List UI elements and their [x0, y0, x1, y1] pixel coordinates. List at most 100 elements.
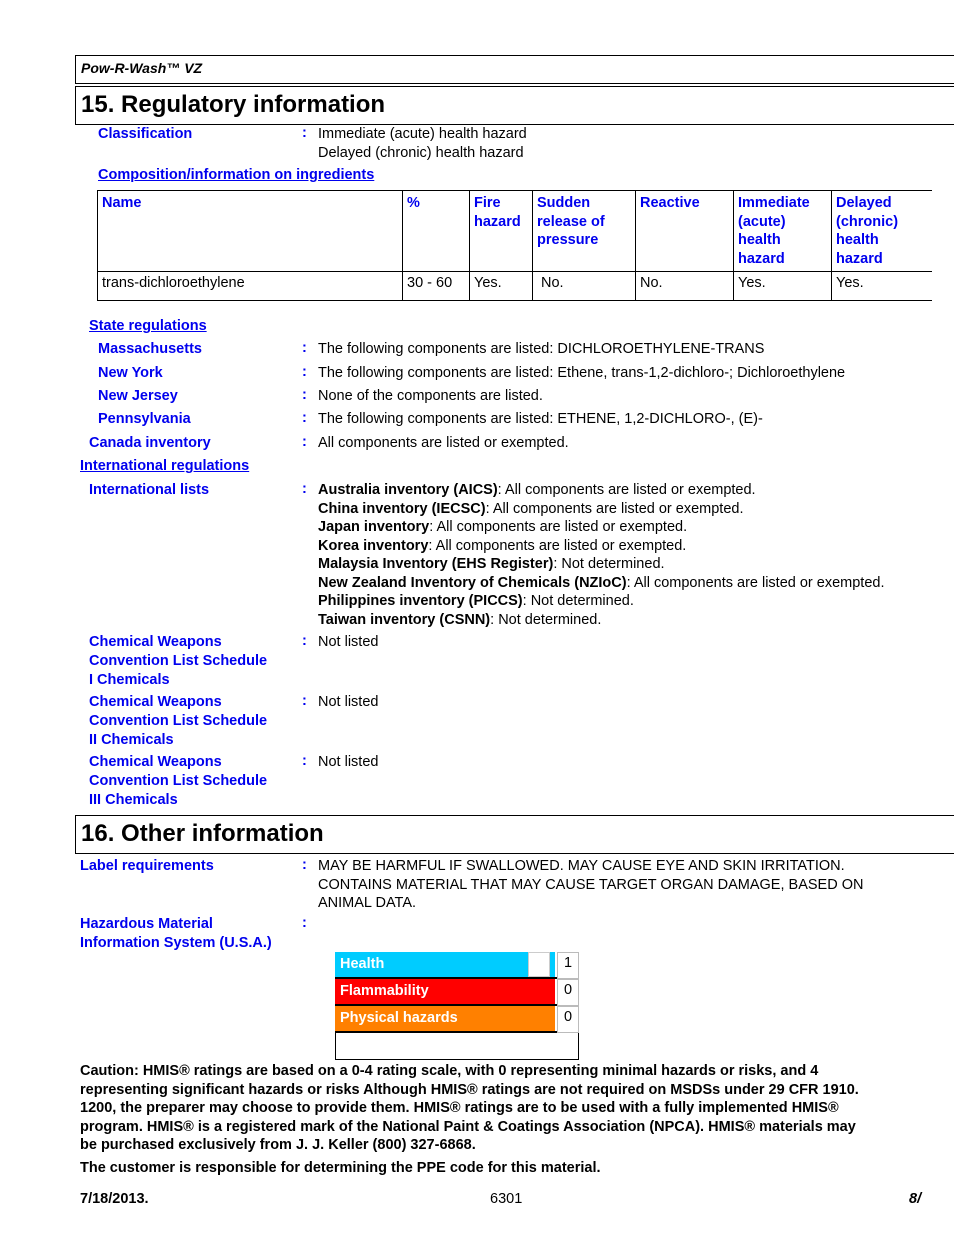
- table-cell: Yes.: [733, 271, 832, 301]
- canada-inventory-value: All components are listed or exempted.: [318, 435, 569, 451]
- international-lists-label: International lists: [89, 482, 210, 498]
- section-15-header: 15. Regulatory information: [75, 86, 954, 125]
- table-cell: No.: [635, 271, 734, 301]
- inventory-name: Malaysia Inventory (EHS Register): [318, 556, 554, 572]
- colon: :: [302, 364, 307, 380]
- cwc-schedule-2-value: Not listed: [318, 694, 379, 710]
- colon: :: [302, 481, 307, 497]
- section-16-title: 16. Other information: [81, 820, 324, 847]
- inventory-name: Japan inventory: [318, 519, 430, 535]
- cwc-schedule-3-value: Not listed: [318, 754, 379, 770]
- document-header: Pow-R-Wash™ VZ: [75, 55, 954, 84]
- ppe-note: The customer is responsible for determin…: [80, 1159, 601, 1176]
- inventory-name: Taiwan inventory (CSNN): [318, 611, 491, 628]
- label-requirements-value: MAY BE HARMFUL IF SWALLOWED. MAY CAUSE E…: [318, 857, 863, 913]
- hmis-row-health: Health 1: [335, 952, 579, 979]
- footer-page: 8/: [909, 1191, 922, 1207]
- inventory-item: Taiwan inventory (CSNN): Not determined.: [318, 611, 885, 630]
- hmis-physical-bar: Physical hazards: [335, 1006, 555, 1031]
- colon: :: [302, 410, 307, 426]
- composition-link[interactable]: Composition/information on ingredients: [98, 166, 374, 185]
- label-line: Chemical Weapons: [89, 634, 222, 650]
- state-regulations-link[interactable]: State regulations: [89, 317, 207, 336]
- colon: :: [302, 693, 307, 709]
- colon: :: [302, 340, 307, 356]
- column-header: Fire hazard: [469, 190, 533, 272]
- label-requirements-label: Label requirements: [80, 858, 214, 874]
- text-line: Caution: HMIS® ratings are based on a 0-…: [80, 1063, 819, 1079]
- state-label-massachusetts: Massachusetts: [98, 341, 202, 357]
- classification-label: Classification: [98, 126, 193, 142]
- column-header: Immediate (acute) health hazard: [733, 190, 832, 272]
- text-line: program. HMIS® is a registered mark of t…: [80, 1118, 856, 1135]
- international-lists-values: Australia inventory (AICS) : All componen…: [318, 481, 885, 629]
- colon: :: [302, 633, 307, 649]
- inventory-item: China inventory (IECSC): All components …: [318, 500, 885, 519]
- hmis-ppe-box: [335, 1033, 579, 1060]
- state-label-pennsylvania: Pennsylvania: [98, 411, 191, 427]
- inventory-item: Australia inventory (AICS): All componen…: [318, 481, 885, 500]
- text-line: MAY BE HARMFUL IF SWALLOWED. MAY CAUSE E…: [318, 858, 845, 874]
- text-line: CONTAINS MATERIAL THAT MAY CAUSE TARGET …: [318, 876, 864, 893]
- inventory-status: : All components are listed or exempted.: [428, 537, 687, 554]
- column-header: Delayed (chronic) health hazard: [831, 190, 932, 272]
- cwc-schedule-1-value: Not listed: [318, 634, 379, 650]
- hmis-flammability-value: 0: [557, 979, 579, 1006]
- section-16-header: 16. Other information: [75, 815, 954, 854]
- inventory-status: : All components are listed or exempted.: [485, 500, 744, 517]
- hmis-row-flammability: Flammability 0: [335, 979, 579, 1006]
- inventory-name: Korea inventory: [318, 537, 429, 554]
- inventory-status: : Not determined.: [522, 593, 634, 609]
- hmis-flammability-bar: Flammability: [335, 979, 555, 1004]
- label-line: Convention List Schedule: [89, 653, 268, 669]
- hmis-rating-box: Health 1 Flammability 0 Physical hazards…: [335, 952, 579, 1060]
- inventory-status: : Not determined.: [553, 556, 665, 572]
- colon: :: [302, 125, 307, 141]
- table-cell: Yes.: [831, 271, 932, 301]
- table-cell: trans-dichloroethylene: [97, 271, 403, 301]
- hmis-label: Hazardous Material Information System (U…: [80, 915, 272, 953]
- column-header: %: [402, 190, 470, 272]
- cwc-schedule-1-label: Chemical Weapons Convention List Schedul…: [89, 633, 267, 690]
- table-cell: 30 - 60: [402, 271, 470, 301]
- colon: :: [302, 387, 307, 403]
- column-header: Name: [97, 190, 403, 272]
- inventory-name: New Zealand Inventory of Chemicals (NZIo…: [318, 574, 627, 591]
- hmis-health-bar: Health: [335, 952, 555, 977]
- colon: :: [302, 915, 307, 931]
- label-line: II Chemicals: [89, 732, 174, 748]
- state-value-new-jersey: None of the components are listed.: [318, 388, 543, 404]
- section-15-title: 15. Regulatory information: [81, 91, 386, 118]
- hmis-physical-value: 0: [557, 1006, 579, 1033]
- table-cell: Yes.: [469, 271, 533, 301]
- inventory-item: Philippines inventory (PICCS): Not deter…: [318, 592, 885, 611]
- table-row: trans-dichloroethylene 30 - 60 Yes. No. …: [97, 271, 932, 301]
- state-value-pennsylvania: The following components are listed: ETH…: [318, 411, 763, 427]
- hmis-health-value: 1: [557, 952, 579, 979]
- canada-inventory-label: Canada inventory: [89, 435, 211, 451]
- hmis-row-physical: Physical hazards 0: [335, 1006, 579, 1033]
- hmis-caution-text: Caution: HMIS® ratings are based on a 0-…: [80, 1062, 930, 1177]
- chronic-hazard-box: [528, 952, 550, 977]
- classification-values: Immediate (acute) health hazard Delayed …: [318, 125, 527, 162]
- label-line: Convention List Schedule: [89, 713, 268, 729]
- inventory-status: : Not determined.: [490, 611, 602, 628]
- state-value-massachusetts: The following components are listed: DIC…: [318, 341, 765, 357]
- international-regulations-link[interactable]: International regulations: [80, 457, 249, 476]
- state-value-new-york: The following components are listed: Eth…: [318, 365, 846, 381]
- text-line: 1200, the preparer may choose to provide…: [80, 1100, 839, 1116]
- inventory-item: Korea inventory: All components are list…: [318, 537, 885, 556]
- colon: :: [302, 434, 307, 450]
- cwc-schedule-2-label: Chemical Weapons Convention List Schedul…: [89, 693, 267, 750]
- inventory-item: Malaysia Inventory (EHS Register): Not d…: [318, 555, 885, 574]
- label-line: Chemical Weapons: [89, 694, 222, 710]
- classification-value: Immediate (acute) health hazard: [318, 126, 527, 142]
- label-line: III Chemicals: [89, 792, 178, 808]
- classification-value: Delayed (chronic) health hazard: [318, 144, 524, 161]
- inventory-name: Australia inventory (AICS): [318, 482, 498, 498]
- table-cell: No.: [532, 271, 636, 301]
- composition-table: Name % Fire hazard Sudden release of pre…: [97, 190, 932, 301]
- label-line: Chemical Weapons: [89, 754, 222, 770]
- label-line: Information System (U.S.A.): [80, 935, 272, 951]
- label-line: Hazardous Material: [80, 916, 213, 932]
